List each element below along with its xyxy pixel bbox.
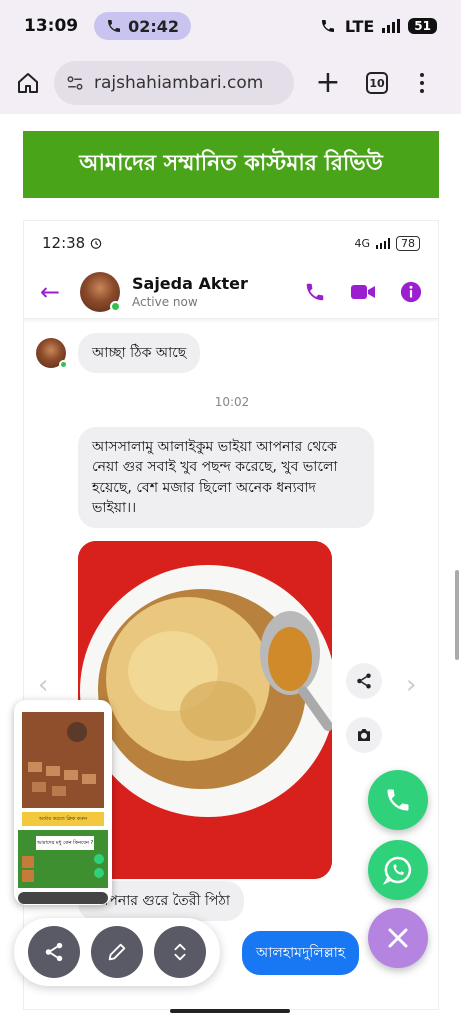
url-text: rajshahiambari.com — [94, 73, 264, 93]
status-indicators: LTE 51 — [319, 17, 437, 36]
alarm-icon — [90, 238, 102, 249]
banner-title: আমাদের সম্মানিত কাস্টমার রিভিউ — [79, 151, 383, 176]
scrollbar[interactable] — [455, 570, 459, 660]
review-banner: আমাদের সম্মানিত কাস্টমার রিভিউ — [23, 131, 439, 198]
phone-icon — [108, 20, 121, 32]
thumbnail-order-button: অর্ডার করতে ক্লিক করুন — [22, 812, 104, 826]
inner-network: 4G — [354, 236, 370, 250]
battery-level: 51 — [408, 18, 437, 34]
wifi-call-icon — [321, 20, 334, 32]
inner-status-time: 12:38 — [42, 234, 86, 252]
call-duration: 02:42 — [128, 16, 180, 36]
info-icon — [400, 281, 422, 302]
tab-switcher-button[interactable]: 10 — [366, 72, 388, 94]
thumbnail-green-section: আমাদের মধু কেন কিনবেন ? — [18, 830, 108, 888]
chat-header: ← Sajeda Akter Active now — [24, 265, 438, 319]
more-menu-icon[interactable] — [420, 73, 424, 93]
received-message: আচ্ছা ঠিক আছে — [78, 333, 201, 374]
new-tab-icon[interactable]: + — [312, 67, 344, 99]
site-settings-icon[interactable] — [66, 74, 84, 92]
thumbnail-image — [22, 712, 104, 808]
edit-button[interactable] — [90, 926, 143, 978]
home-icon[interactable] — [12, 67, 44, 99]
address-bar[interactable]: rajshahiambari.com — [54, 61, 294, 105]
close-icon — [388, 928, 408, 948]
voice-call-icon — [306, 283, 324, 300]
share-button[interactable] — [27, 926, 80, 978]
sender-avatar — [36, 338, 68, 370]
signal-icon — [382, 19, 401, 33]
chat-actions — [304, 281, 422, 303]
sent-message: আলহামদুলিল্লাহ — [242, 931, 360, 975]
whatsapp-button[interactable] — [368, 840, 428, 900]
ongoing-call-pill[interactable]: 02:42 — [94, 12, 192, 40]
contact-status: Active now — [132, 295, 198, 309]
close-floating-button[interactable] — [368, 908, 428, 968]
browser-toolbar: rajshahiambari.com + 10 — [0, 52, 461, 114]
message-row: আচ্ছা ঠিক আছে — [36, 333, 201, 374]
pencil-icon — [108, 943, 126, 961]
phone-icon — [387, 789, 409, 811]
home-indicator[interactable] — [170, 1009, 290, 1013]
inner-status-indicators: 4G 78 — [354, 235, 420, 251]
contact-avatar — [80, 271, 121, 312]
network-type: LTE — [344, 16, 375, 36]
video-call-icon — [351, 284, 375, 299]
status-time: 13:09 — [24, 16, 79, 36]
back-arrow-icon: ← — [40, 277, 61, 306]
inner-status-bar: 12:38 4G 78 — [24, 221, 438, 265]
message-timestamp: 10:02 — [214, 395, 250, 409]
thumbnail-title: আমাদের মধু কেন কিনবেন ? — [36, 836, 94, 850]
contact-name: Sajeda Akter — [132, 274, 248, 293]
chevron-up-down-icon — [174, 943, 186, 961]
carousel-next-arrow[interactable]: › — [406, 670, 416, 700]
inner-battery: 78 — [396, 235, 420, 251]
floating-preview-thumbnail[interactable]: অর্ডার করতে ক্লিক করুন আমাদের মধু কেন কি… — [14, 700, 112, 905]
received-message: আসসালামু আলাইকুম ভাইয়া আপনার থেকে নেয়া… — [78, 427, 374, 529]
status-bar: 13:09 02:42 LTE 51 — [0, 0, 461, 52]
whatsapp-icon — [382, 856, 412, 885]
thumbnail-toolbar — [18, 892, 108, 904]
floating-toolbar — [14, 918, 220, 986]
camera-icon — [346, 717, 382, 753]
pitha-photo — [78, 541, 332, 879]
call-button[interactable] — [368, 770, 428, 830]
carousel-prev-arrow[interactable]: ‹ — [38, 670, 48, 700]
phone-screen: 13:09 02:42 LTE 51 rajshahiambari.com + … — [0, 0, 461, 1024]
expand-button[interactable] — [154, 926, 207, 978]
share-icon — [45, 942, 62, 962]
contact-info: Sajeda Akter Active now — [132, 274, 248, 309]
inner-signal-icon — [376, 237, 390, 249]
share-icon — [346, 663, 382, 699]
